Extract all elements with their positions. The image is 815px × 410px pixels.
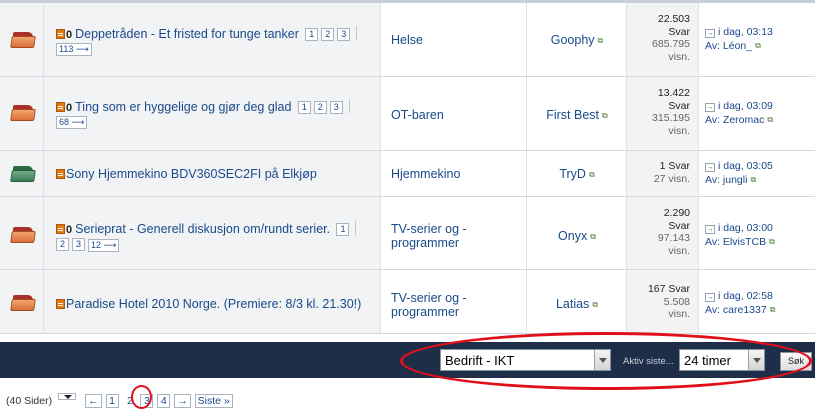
folder-hot-icon [10,105,36,121]
thread-title[interactable]: Deppetråden - Et fristed for tunge tanke… [75,27,299,41]
view-count: 685.795 [652,38,690,50]
thread-title[interactable]: Sony Hjemmekino BDV360SEC2FI på Elkjøp [66,167,317,181]
profile-icon[interactable]: ⧉ [767,113,773,126]
goto-last-post-icon[interactable]: → [705,29,715,38]
forum-link[interactable]: OT-baren [391,108,444,122]
thread-row: 0 Deppetråden - Et fristed for tunge tank… [0,3,815,77]
thread-title[interactable]: Ting som er hyggelige og gjør deg glad [75,100,291,114]
page-link[interactable]: 1 [305,28,319,41]
last-page-link[interactable]: 113 ⟶ [56,43,92,56]
reply-count: 1 Svar [659,160,690,172]
profile-icon[interactable]: ⧉ [602,111,608,121]
last-poster-link[interactable]: ElvisTCB [723,236,766,248]
reply-count: 167 Svar [647,283,690,295]
forum-link[interactable]: TV-serier og - programmer [391,291,467,319]
profile-icon[interactable]: ⧉ [592,300,598,310]
reply-count: 2.290 [663,207,690,219]
thread-row: Paradise Hotel 2010 Norge. (Premiere: 8/… [0,270,815,334]
reply-count: 13.422 [657,87,690,99]
new-post-icon[interactable] [56,299,65,309]
last-page-link[interactable]: 68 ⟶ [56,116,88,129]
forum-link[interactable]: TV-serier og - programmer [391,222,467,250]
thread-title[interactable]: Paradise Hotel 2010 Norge. (Premiere: 8/… [66,297,361,311]
profile-icon[interactable]: ⧉ [770,303,776,316]
view-count: 315.195 [652,112,690,124]
page-link[interactable]: 3 [329,101,343,114]
profile-icon[interactable]: ⧉ [598,36,604,46]
forum-link[interactable]: Helse [391,33,423,47]
page-link[interactable]: 4 [157,394,171,408]
thread-title[interactable]: Serieprat - Generell diskusjon om/rundt … [75,222,330,236]
highlight-oval [400,332,812,390]
new-post-icon[interactable] [56,169,65,179]
view-count: 27 visn. [653,172,690,185]
goto-last-post-icon[interactable]: → [705,103,715,112]
last-page-link[interactable]: 12 ⟶ [88,239,120,252]
page-link[interactable]: 1 [105,394,119,408]
last-poster-link[interactable]: Zeromac [723,114,764,126]
last-post-time[interactable]: i dag, 02:58 [718,290,773,302]
new-post-icon[interactable] [56,29,65,39]
page-link[interactable]: 3 [72,238,85,251]
page-link[interactable]: 2 [56,238,69,251]
last-page-button[interactable]: Siste » [194,394,233,408]
profile-icon[interactable]: ⧉ [590,232,596,242]
last-post-time[interactable]: i dag, 03:13 [718,26,773,38]
author-link[interactable]: Latias [556,297,589,311]
author-link[interactable]: Onyx [558,229,587,243]
highlight-circle [131,385,152,409]
last-poster-link[interactable]: care1337 [723,304,767,316]
last-post-time[interactable]: i dag, 03:00 [718,222,773,234]
last-post-time[interactable]: i dag, 03:09 [718,100,773,112]
goto-last-post-icon[interactable]: → [705,163,715,172]
author-link[interactable]: Goophy [551,33,595,47]
goto-last-post-icon[interactable]: → [705,293,715,302]
author-link[interactable]: First Best [546,108,599,122]
view-count: 5.508 [663,295,690,308]
folder-cool-icon [10,166,36,182]
folder-hot-icon [10,227,36,243]
folder-hot-icon [10,295,36,311]
attachment-icon: 0 [66,102,73,114]
thread-row: 0 Ting som er hyggelige og gjør deg glad … [0,77,815,151]
last-poster-link[interactable]: jungli [723,174,748,186]
folder-hot-icon [10,32,36,48]
author-link[interactable]: TryD [559,167,586,181]
page-link[interactable]: 2 [321,28,335,41]
page-link[interactable]: 2 [313,101,327,114]
reply-count: 22.503 [657,13,690,25]
profile-icon[interactable]: ⧉ [755,39,761,52]
page-link[interactable]: 1 [297,101,311,114]
pagination: (40 Sider) ← 1 2 3 4 → Siste » [6,393,233,408]
last-post-time[interactable]: i dag, 03:05 [718,160,773,172]
page-link[interactable]: 3 [337,28,351,41]
attachment-icon: 0 [66,29,73,41]
page-link[interactable]: 1 [336,223,350,236]
page-jump-dropdown[interactable] [58,393,77,400]
page-count: (40 Sider) [6,395,53,407]
prev-page-button[interactable]: ← [85,394,102,408]
profile-icon[interactable]: ⧉ [750,173,756,186]
thread-row: 0 Serieprat - Generell diskusjon om/rundt… [0,197,815,270]
goto-last-post-icon[interactable]: → [705,225,715,234]
view-count: 97.143 [657,232,690,244]
attachment-icon: 0 [66,224,73,236]
last-poster-link[interactable]: Léon_ [723,40,752,52]
forum-link[interactable]: Hjemmekino [391,167,460,181]
new-post-icon[interactable] [56,224,65,234]
next-page-button[interactable]: → [174,394,191,408]
thread-row: Sony Hjemmekino BDV360SEC2FI på Elkjøp H… [0,151,815,197]
profile-icon[interactable]: ⧉ [769,235,775,248]
profile-icon[interactable]: ⧉ [589,170,595,180]
new-post-icon[interactable] [56,102,65,112]
